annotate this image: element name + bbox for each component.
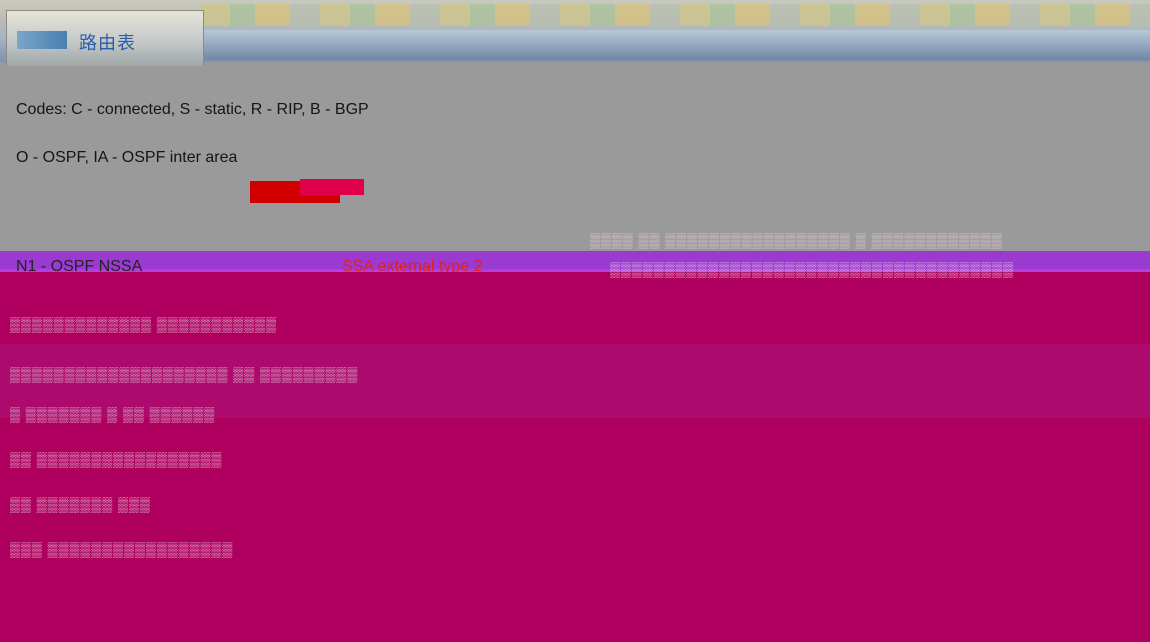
tab-routing-table[interactable]: 路由表 [6,10,204,66]
corrupted-text-row-5: ▒ ▒▒▒▒▒▒▒ ▒ ▒▒ ▒▒▒▒▒▒ [10,406,216,422]
corrupted-text-row-3: ▒▒▒▒▒▒▒▒▒▒▒▒▒ ▒▒▒▒▒▒▒▒▒▒▒ [10,316,277,332]
corrupted-text-row-7: ▒▒ ▒▒▒▒▒▒▒ ▒▒▒ [10,496,151,512]
codes-legend-line-1: Codes: C - connected, S - static, R - RI… [16,101,369,118]
tab-bar-decoration [200,4,1150,26]
corrupted-text-row-8: ▒▒▒ ▒▒▒▒▒▒▒▒▒▒▒▒▒▒▒▒▒ [10,541,234,557]
tab-bar-band [200,30,1150,60]
routing-table-window: 路由表 Codes: C - connected, S - static, R … [0,0,1150,642]
tab-routing-table-label: 路由表 [79,33,136,53]
corrupted-text-row-1: ▒▒▒▒ ▒▒ ▒▒▒▒▒▒▒▒▒▒▒▒▒▒▒▒▒ ▒ ▒▒▒▒▒▒▒▒▒▒▒▒ [590,232,1003,248]
routing-table-content: Codes: C - connected, S - static, R - RI… [0,66,1150,642]
corrupted-text-row-4: ▒▒▒▒▒▒▒▒▒▒▒▒▒▒▒▒▒▒▒▒ ▒▒ ▒▒▒▒▒▒▒▒▒ [10,366,359,382]
tab-icon [17,31,67,49]
corrupted-text-row-6: ▒▒ ▒▒▒▒▒▒▒▒▒▒▒▒▒▒▒▒▒ [10,451,223,467]
corruption-blob-red-2 [300,179,364,195]
codes-legend-line-2: O - OSPF, IA - OSPF inter area [16,149,238,166]
corrupted-text-row-2: ▒▒▒▒▒▒▒▒▒▒▒▒▒▒▒▒▒▒▒▒▒▒▒▒▒▒▒▒▒▒▒▒▒▒▒▒▒ [610,261,1015,277]
